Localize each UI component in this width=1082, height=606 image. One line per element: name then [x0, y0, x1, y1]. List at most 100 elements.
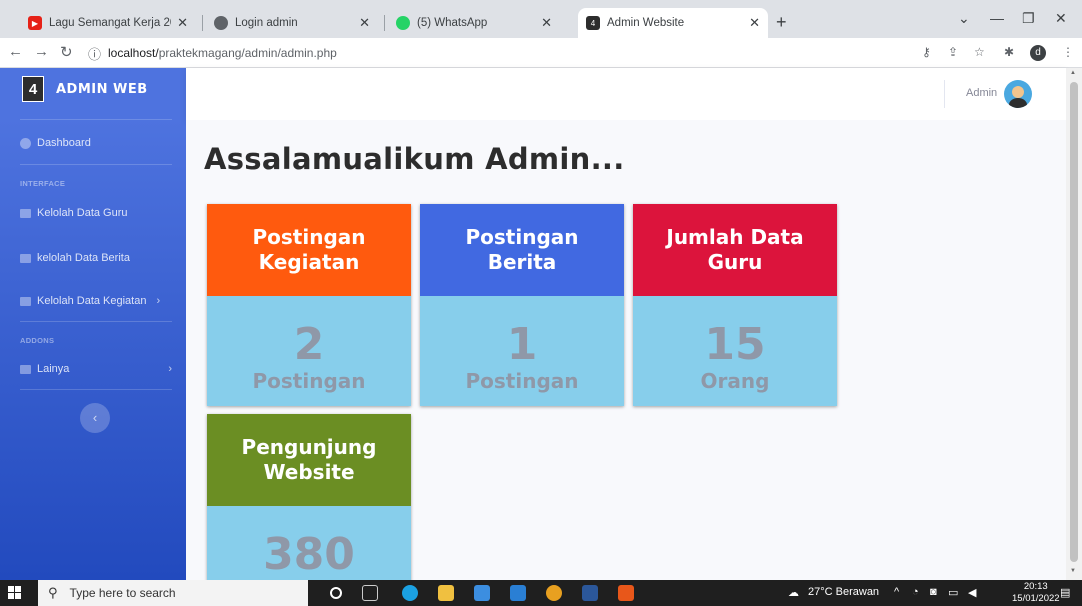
sidebar-item-dashboard[interactable]: Dashboard	[20, 137, 172, 149]
sidebar-heading: ADDONS	[20, 336, 55, 345]
card-body: 2 Postingan	[207, 296, 411, 406]
store-icon[interactable]	[474, 585, 490, 601]
sidebar-divider	[20, 164, 172, 165]
sidebar-item-berita[interactable]: kelolah Data Berita	[20, 252, 172, 264]
chart-icon	[20, 296, 31, 306]
page-title: Assalamualikum Admin...	[204, 142, 625, 176]
mail-icon[interactable]	[510, 585, 526, 601]
sidebar-item-lainya[interactable]: Lainya ›	[20, 363, 172, 375]
taskbar-search-input[interactable]: ⚲ Type here to search	[38, 580, 308, 606]
share-icon[interactable]: ⇪	[948, 45, 958, 59]
close-tab-icon[interactable]: ✕	[359, 15, 370, 31]
sidebar-divider	[20, 119, 172, 120]
weather-text[interactable]: 27°C Berawan	[808, 586, 879, 598]
scrollbar-thumb[interactable]	[1070, 82, 1078, 562]
notification-icon[interactable]: ▤	[1060, 586, 1070, 599]
sidebar-toggle-button[interactable]: ‹	[80, 403, 110, 433]
globe-icon	[214, 16, 228, 30]
sidebar-item-guru[interactable]: Kelolah Data Guru	[20, 207, 172, 219]
new-tab-button[interactable]: +	[776, 12, 787, 33]
weather-icon[interactable]: ☁	[788, 586, 799, 599]
menu-icon[interactable]: ⋮	[1062, 45, 1074, 59]
windows-taskbar: ⚲ Type here to search ☁ 27°C Berawan ^ ◔…	[0, 580, 1082, 606]
search-placeholder: Type here to search	[69, 586, 176, 600]
tab-title: Lagu Semangat Kerja 2021 | Top	[49, 17, 171, 29]
user-avatar[interactable]	[1004, 80, 1032, 108]
back-icon[interactable]: ←	[8, 43, 23, 60]
sidebar-divider	[20, 321, 172, 322]
chrome-icon[interactable]	[546, 585, 562, 601]
folder-icon	[20, 364, 31, 374]
tab-search-icon[interactable]: ⌄	[958, 10, 970, 27]
newspaper-icon	[20, 253, 31, 263]
url-path: praktekmagang/admin/admin.php	[158, 46, 337, 60]
minimize-button[interactable]: —	[990, 10, 1004, 26]
sidebar-heading: INTERFACE	[20, 179, 66, 188]
word-icon[interactable]	[582, 585, 598, 601]
sidebar-item-label: kelolah Data Berita	[37, 252, 130, 264]
file-explorer-icon[interactable]	[438, 585, 454, 601]
cortana-icon[interactable]	[330, 587, 342, 599]
tab-title: (5) WhatsApp	[417, 17, 488, 29]
url-field[interactable]: localhost/praktekmagang/admin/admin.php	[108, 46, 337, 60]
page-scrollbar[interactable]: ▲ ▼	[1066, 68, 1082, 580]
stat-card-berita: Postingan Berita 1 Postingan	[420, 204, 624, 406]
volume-icon[interactable]: ◀	[968, 586, 976, 599]
key-icon[interactable]: ⚷	[922, 45, 931, 59]
close-tab-icon[interactable]: ✕	[749, 15, 760, 31]
close-tab-icon[interactable]: ✕	[177, 15, 188, 31]
restore-button[interactable]: ❐	[1022, 10, 1035, 27]
tab-divider	[384, 15, 385, 31]
reload-icon[interactable]: ↻	[60, 43, 73, 61]
taskbar-clock[interactable]: 20:13 15/01/2022	[1012, 581, 1060, 605]
sidebar-divider	[20, 389, 172, 390]
card-unit: Postingan	[252, 369, 366, 393]
tab-youtube[interactable]: ▶ Lagu Semangat Kerja 2021 | Top ✕	[20, 8, 196, 38]
whatsapp-icon	[396, 16, 410, 30]
xampp-icon[interactable]	[618, 585, 634, 601]
address-bar: ← → ↻ ⓘ localhost/praktekmagang/admin/ad…	[0, 38, 1082, 68]
bookmark-star-icon[interactable]: ☆	[974, 45, 985, 59]
tab-whatsapp[interactable]: (5) WhatsApp ✕	[388, 8, 560, 38]
tab-divider	[202, 15, 203, 31]
tab-login-admin[interactable]: Login admin ✕	[206, 8, 378, 38]
edge-icon[interactable]	[402, 585, 418, 601]
profile-avatar[interactable]: d	[1030, 45, 1046, 61]
sidebar-item-label: Lainya	[37, 363, 70, 375]
close-tab-icon[interactable]: ✕	[541, 15, 552, 31]
battery-icon[interactable]: ▭	[948, 586, 958, 599]
chevron-right-icon: ›	[156, 295, 161, 307]
sidebar-item-label: Kelolah Data Kegiatan	[37, 295, 147, 307]
close-window-button[interactable]: ✕	[1055, 10, 1067, 27]
user-name[interactable]: Admin	[966, 87, 997, 99]
card-header: Pengunjung Website	[207, 414, 411, 506]
forward-icon[interactable]: →	[34, 43, 49, 60]
scroll-down-icon[interactable]: ▼	[1070, 568, 1076, 574]
card-unit: Orang	[700, 369, 770, 393]
brand-name: ADMIN WEB	[56, 81, 148, 97]
youtube-icon: ▶	[28, 16, 42, 30]
network-icon[interactable]: ◔	[912, 586, 919, 598]
card-value: 380	[263, 529, 355, 580]
brand-logo-icon: 4	[22, 76, 44, 102]
scroll-up-icon[interactable]: ▲	[1070, 70, 1076, 76]
card-header: Jumlah Data Guru	[633, 204, 837, 296]
task-view-icon[interactable]	[362, 585, 378, 601]
brand[interactable]: 4 ADMIN WEB	[22, 76, 148, 102]
dashboard-icon	[20, 137, 31, 149]
tab-admin-website[interactable]: 4 Admin Website ✕	[578, 8, 768, 38]
site-info-icon[interactable]: ⓘ	[88, 44, 101, 63]
table-icon	[20, 208, 31, 218]
card-value: 15	[704, 319, 766, 370]
topbar-divider	[944, 80, 945, 108]
url-host: localhost/	[108, 46, 159, 60]
extensions-icon[interactable]: ✱	[1004, 45, 1014, 59]
sidebar: 4 ADMIN WEB Dashboard INTERFACE Kelolah …	[0, 68, 186, 580]
sidebar-item-kegiatan[interactable]: Kelolah Data Kegiatan ›	[20, 295, 172, 307]
avatar-body	[1009, 98, 1027, 108]
browser-tab-strip: ▶ Lagu Semangat Kerja 2021 | Top ✕ Login…	[0, 0, 1082, 38]
windows-start-icon[interactable]	[8, 586, 22, 600]
tray-chevron-icon[interactable]: ^	[894, 586, 899, 598]
meet-icon[interactable]: ◙	[930, 586, 937, 598]
card-unit: Postingan	[465, 369, 579, 393]
